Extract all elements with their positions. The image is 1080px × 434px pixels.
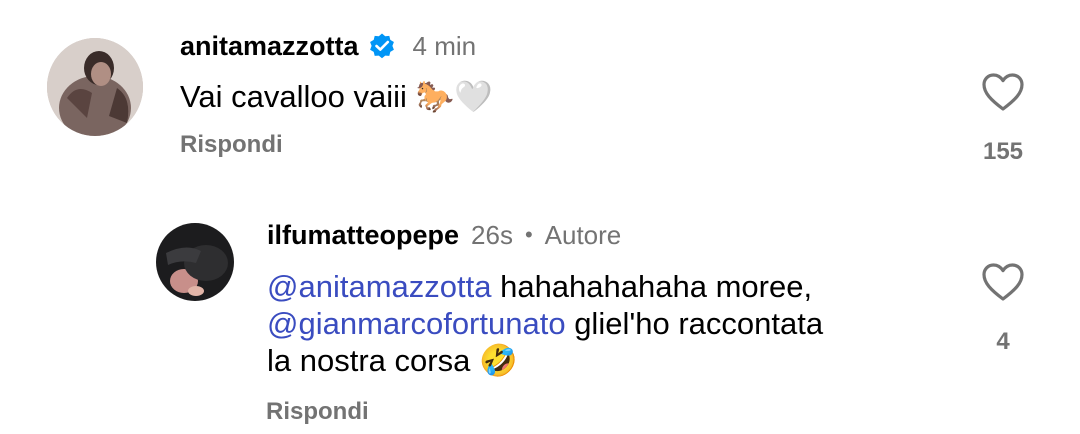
like-count: 155 <box>982 138 1024 165</box>
horse-heart-emoji: 🐎🤍 <box>415 79 493 114</box>
like-count: 4 <box>996 328 1010 355</box>
reply-button[interactable]: Rispondi <box>266 398 369 426</box>
comment-text-content: la nostra corsa <box>267 343 471 378</box>
avatar-ilfumatteopepe[interactable] <box>156 223 234 301</box>
comment-line-1: @anitamazzotta hahahahahaha moree, <box>267 268 823 305</box>
comment-username[interactable]: anitamazzotta <box>180 31 359 62</box>
avatar-photo-icon <box>47 38 143 136</box>
mention-link[interactable]: @anitamazzotta <box>267 269 491 304</box>
heart-icon[interactable] <box>981 72 1025 112</box>
comment-line-3: la nostra corsa 🤣 <box>267 342 823 379</box>
like-button[interactable]: 4 <box>968 262 1038 356</box>
heart-icon[interactable] <box>981 262 1025 302</box>
comment-text-content: gliel'ho raccontata <box>565 306 824 341</box>
verified-badge-icon <box>367 31 397 61</box>
mention-link[interactable]: @gianmarcofortunato <box>267 306 566 341</box>
comment-username[interactable]: ilfumatteopepe <box>267 220 459 251</box>
comment-timestamp: 4 min <box>412 30 477 61</box>
author-label: Autore <box>544 219 622 250</box>
avatar-photo-icon <box>156 223 234 301</box>
comment-text-content: Vai cavalloo vaiii <box>180 79 407 114</box>
like-button[interactable]: 155 <box>968 72 1038 166</box>
reply-button[interactable]: Rispondi <box>180 131 283 159</box>
comment-timestamp: 26s <box>471 219 513 250</box>
comment-text-content: hahahahahaha moree, <box>491 269 813 304</box>
avatar-anitamazzotta[interactable] <box>47 38 143 136</box>
comment-text: @anitamazzotta hahahahahaha moree, @gian… <box>267 268 823 379</box>
comment-line-2: @gianmarcofortunato gliel'ho raccontata <box>267 305 823 342</box>
comment-text: Vai cavalloo vaiii 🐎🤍 <box>180 78 493 115</box>
rofl-emoji: 🤣 <box>478 343 518 378</box>
separator-dot: • <box>524 222 533 247</box>
